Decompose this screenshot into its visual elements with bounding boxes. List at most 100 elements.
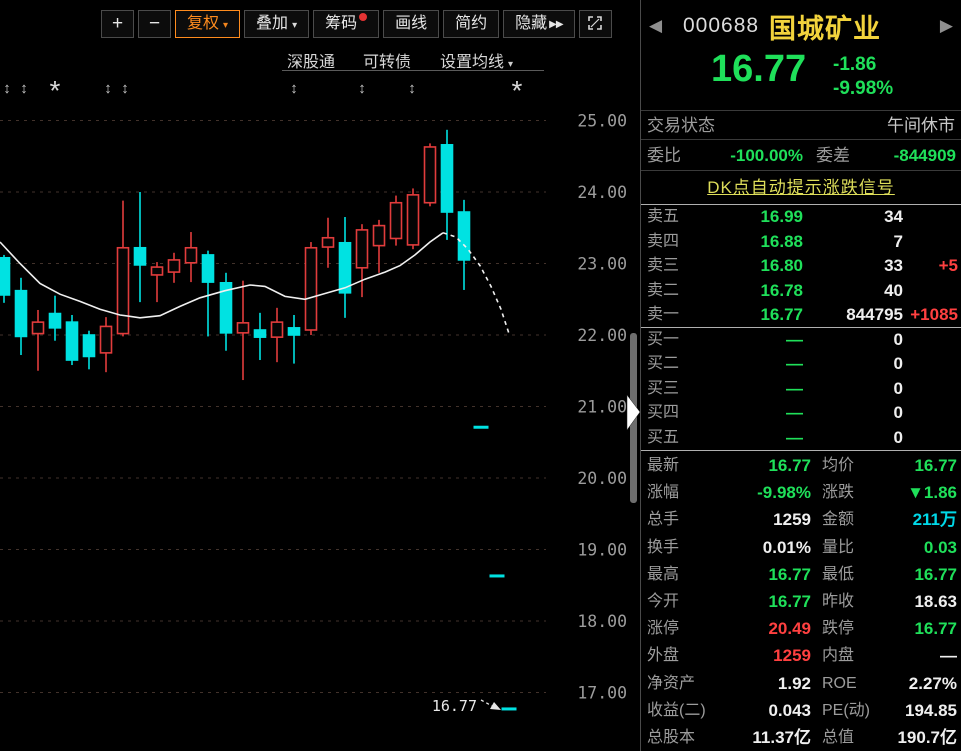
sell-row[interactable]: 卖五16.9934 <box>641 205 961 230</box>
asterisk-icon: * <box>50 75 61 106</box>
ob-price: 16.77 <box>707 303 803 328</box>
updown-arrow-icon: ↕ <box>358 80 366 97</box>
stat-label: 总股本 <box>647 724 695 751</box>
zoom-out-button[interactable]: − <box>138 10 171 38</box>
stat-row: 涨幅-9.98%涨跌▼1.86 <box>641 479 961 506</box>
stat-value: 16.77 <box>855 452 957 479</box>
sell-row[interactable]: 卖四16.887 <box>641 230 961 255</box>
stat-label: 涨跌 <box>822 479 854 506</box>
ob-volume: 40 <box>809 279 903 304</box>
ob-price: — <box>707 426 803 451</box>
ob-price: — <box>707 401 803 426</box>
dk-signal-row: DK点自动提示涨跌信号 <box>641 172 961 203</box>
stat-row: 总手1259金额211万 <box>641 506 961 533</box>
fullscreen-button[interactable] <box>579 10 612 38</box>
stat-label: 跌停 <box>822 615 854 642</box>
asterisk-icon: * <box>512 75 523 106</box>
ob-price: — <box>707 328 803 353</box>
stat-value: 16.77 <box>703 588 811 615</box>
dk-signal-link[interactable]: DK点自动提示涨跌信号 <box>707 178 895 197</box>
stat-label: 金额 <box>822 506 854 533</box>
updown-arrow-icon: ↕ <box>290 80 298 97</box>
zoom-in-button[interactable]: + <box>101 10 134 38</box>
ma-settings-dropdown[interactable]: 设置均线▾ <box>440 48 513 72</box>
stat-row: 外盘1259内盘— <box>641 642 961 669</box>
adjust-rights-button[interactable]: 复权▾ <box>175 10 240 38</box>
stat-value: 1259 <box>703 642 811 669</box>
kline-chart[interactable]: 25.0024.0023.0022.0021.0020.0019.0018.00… <box>0 0 640 751</box>
commission-ratio-label: 委比 <box>647 141 681 170</box>
stat-value: 194.85 <box>855 697 957 724</box>
prev-stock-arrow[interactable]: ◀ <box>649 16 662 36</box>
stat-value: 0.03 <box>855 534 957 561</box>
stat-label: 最高 <box>647 561 679 588</box>
ob-price: — <box>707 377 803 402</box>
chart-toolbar: + − 复权▾ 叠加▾ 筹码 画线 简约 隐藏▶▶ <box>101 10 612 38</box>
buy-row[interactable]: 买四—0 <box>641 401 961 426</box>
simple-mode-button[interactable]: 简约 <box>443 10 499 38</box>
fullscreen-expand-icon <box>587 15 603 31</box>
tab-convertible-bond[interactable]: 可转债 <box>363 48 411 72</box>
ob-level-label: 买四 <box>647 401 679 426</box>
updown-arrow-icon: ↕ <box>20 80 28 97</box>
chips-label: 筹码 <box>325 15 357 32</box>
stock-app-window: 25.0024.0023.0022.0021.0020.0019.0018.00… <box>0 0 961 751</box>
stat-value: 20.49 <box>703 615 811 642</box>
commission-ratio-value: -100.00% <box>693 141 803 170</box>
stat-value: 1259 <box>703 506 811 533</box>
ob-volume: 0 <box>809 352 903 377</box>
ob-volume: 34 <box>809 205 903 230</box>
stat-label: 内盘 <box>822 642 854 669</box>
ob-price: 16.88 <box>707 230 803 255</box>
sell-row[interactable]: 卖一16.77844795+1085 <box>641 303 961 328</box>
ob-price: — <box>707 352 803 377</box>
sell-row[interactable]: 卖三16.8033+5 <box>641 254 961 279</box>
grid-lines: 25.0024.0023.0022.0021.0020.0019.0018.00… <box>0 112 627 703</box>
commission-diff-label: 委差 <box>816 141 850 170</box>
updown-arrow-icon: ↕ <box>408 80 416 97</box>
updown-arrow-icon: ↕ <box>121 80 129 97</box>
ob-volume: 844795 <box>809 303 903 328</box>
stat-row: 最新16.77均价16.77 <box>641 452 961 479</box>
buy-row[interactable]: 买二 —0 <box>641 352 961 377</box>
y-axis-label: 21.00 <box>577 398 627 417</box>
next-stock-arrow[interactable]: ▶ <box>940 16 953 36</box>
tab-szse-connect[interactable]: 深股通 <box>287 48 335 72</box>
stat-value: 11.37亿 <box>703 724 811 751</box>
price-change-block: -1.86 -9.98% <box>833 53 893 101</box>
y-axis-label: 19.00 <box>577 541 627 560</box>
stat-label: 换手 <box>647 534 679 561</box>
buy-row[interactable]: 买一—0 <box>641 328 961 353</box>
ob-volume: 7 <box>809 230 903 255</box>
stat-label: 总值 <box>822 724 854 751</box>
y-axis-label: 24.00 <box>577 183 627 202</box>
draw-line-button[interactable]: 画线 <box>383 10 439 38</box>
trade-status-row: 交易状态 午间休市 <box>641 112 961 139</box>
hide-label: 隐藏 <box>515 15 547 32</box>
hide-button[interactable]: 隐藏▶▶ <box>503 10 574 38</box>
stock-name: 国城矿业 <box>769 7 881 46</box>
ob-level-label: 买二 <box>647 352 679 377</box>
ob-volume: 0 <box>809 328 903 353</box>
last-price: 16.77 <box>711 48 806 91</box>
subbar-underline <box>282 70 544 71</box>
buy-row[interactable]: 买三—0 <box>641 377 961 402</box>
buy-row[interactable]: 买五—0 <box>641 426 961 451</box>
divider <box>641 170 961 171</box>
y-axis-label: 25.00 <box>577 112 627 131</box>
ob-volume: 0 <box>809 377 903 402</box>
divider <box>641 139 961 140</box>
one-price-mark <box>502 707 517 710</box>
stat-label: 涨停 <box>647 615 679 642</box>
y-axis-label: 18.00 <box>577 612 627 631</box>
stat-label: 昨收 <box>822 588 854 615</box>
ob-level-label: 卖一 <box>647 303 679 328</box>
stat-value: 0.01% <box>703 534 811 561</box>
quote-panel: ◀ ▶ 000688 国城矿业 16.77 -1.86 -9.98% 交易状态 … <box>640 0 961 751</box>
stat-row: 总股本11.37亿总值190.7亿 <box>641 724 961 751</box>
overlay-button[interactable]: 叠加▾ <box>244 10 309 38</box>
one-price-mark <box>474 426 489 429</box>
sell-row[interactable]: 卖二16.7840 <box>641 279 961 304</box>
chips-button[interactable]: 筹码 <box>313 10 379 38</box>
commission-row: 委比 -100.00% 委差 -844909 <box>641 141 961 170</box>
